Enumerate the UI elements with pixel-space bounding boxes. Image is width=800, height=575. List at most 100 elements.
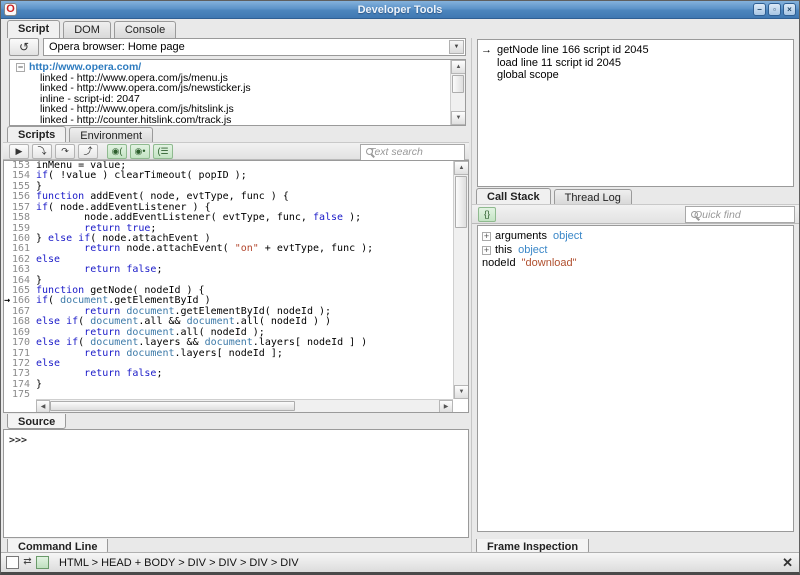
code-line[interactable]: 174} bbox=[4, 379, 453, 390]
code-text: else bbox=[48, 232, 73, 244]
code-text: if bbox=[66, 316, 79, 328]
scroll-right-icon[interactable]: ▶ bbox=[439, 400, 453, 412]
code-text: else bbox=[36, 316, 61, 328]
command-line-output[interactable]: >>> bbox=[3, 429, 469, 538]
property-value[interactable]: object bbox=[553, 230, 582, 242]
code-text: document bbox=[90, 316, 139, 328]
tab-environment[interactable]: Environment bbox=[69, 127, 154, 142]
code-text: node.attachEvent( bbox=[120, 243, 235, 255]
code-hscrollbar[interactable]: ◀ ▶ bbox=[36, 399, 453, 412]
step-out-icon[interactable]: ⤴ bbox=[78, 143, 98, 159]
code-vscrollbar[interactable]: ▲ ▼ bbox=[453, 161, 468, 399]
line-number[interactable]: 158 bbox=[4, 212, 36, 223]
code-text: if bbox=[36, 170, 49, 182]
chevron-down-icon[interactable]: ▼ bbox=[449, 40, 464, 54]
code-line[interactable]: 161 return node.attachEvent( "on" + evtT… bbox=[4, 243, 453, 255]
minimize-button[interactable]: − bbox=[753, 3, 766, 16]
code-text: else bbox=[36, 253, 61, 265]
close-button[interactable]: × bbox=[783, 3, 796, 16]
code-line[interactable]: 175 bbox=[4, 389, 453, 399]
code-text: document bbox=[60, 295, 109, 307]
code-text: return bbox=[84, 222, 121, 234]
expand-icon[interactable]: + bbox=[482, 245, 491, 255]
source-tab-bar: Source bbox=[7, 413, 69, 429]
close-panel-icon[interactable]: ✕ bbox=[782, 555, 793, 571]
code-text: false bbox=[126, 264, 157, 276]
code-line[interactable]: 154 if( !value ) clearTimeout( popID ); bbox=[4, 170, 453, 182]
step-into-icon[interactable]: ⤵ bbox=[32, 143, 52, 159]
code-text: .layers && bbox=[138, 337, 205, 349]
inspection-row[interactable]: + arguments object bbox=[482, 230, 793, 244]
code-text: .all && bbox=[138, 316, 187, 328]
maximize-button[interactable]: ▫ bbox=[768, 3, 781, 16]
stack-frame[interactable]: load line 11 script id 2045 bbox=[478, 57, 793, 70]
expand-icon[interactable]: + bbox=[482, 232, 491, 241]
script-list-item[interactable]: linked - http://www.opera.com/js/hitslin… bbox=[10, 104, 450, 115]
window-controls: − ▫ × bbox=[753, 3, 796, 16]
code-view: 153 inMenu = value; 154 if( !value ) clearT… bbox=[3, 160, 469, 413]
collapse-icon[interactable]: − bbox=[16, 63, 25, 72]
code-line[interactable]: 171 return document.layers[ nodeId ]; bbox=[4, 347, 453, 359]
tab-dom[interactable]: DOM bbox=[63, 21, 111, 38]
reload-button[interactable]: ↺ bbox=[9, 38, 39, 56]
inspection-row[interactable]: + this object bbox=[482, 244, 793, 258]
code-line[interactable]: 173 return false; bbox=[4, 368, 453, 379]
inspect-element-icon[interactable] bbox=[6, 556, 19, 569]
log-icon[interactable]: (☰ bbox=[153, 143, 173, 159]
scroll-up-icon[interactable]: ▲ bbox=[454, 161, 468, 175]
scroll-down-icon[interactable]: ▼ bbox=[454, 385, 468, 399]
dom-breadcrumb[interactable]: HTML > HEAD + BODY > DIV > DIV > DIV > D… bbox=[59, 557, 299, 569]
tab-call-stack[interactable]: Call Stack bbox=[476, 188, 551, 204]
code-text: .all( nodeId ); bbox=[174, 326, 265, 338]
tab-thread-log[interactable]: Thread Log bbox=[553, 189, 632, 204]
code-text: ( bbox=[78, 337, 91, 349]
break-on-script-icon[interactable]: ◉( bbox=[107, 143, 127, 159]
code-line[interactable]: 163 return false; bbox=[4, 264, 453, 276]
quick-find-input[interactable] bbox=[694, 208, 799, 221]
script-list-box: − http://www.opera.com/linked - http://ww… bbox=[9, 59, 466, 126]
code-text: return bbox=[84, 347, 121, 359]
runtime-select[interactable]: Opera browser: Home page ▼ bbox=[43, 38, 466, 56]
scroll-up-icon[interactable]: ▲ bbox=[451, 60, 465, 74]
code-text: if bbox=[66, 337, 79, 349]
script-list-root[interactable]: − http://www.opera.com/ bbox=[10, 62, 450, 73]
step-over-icon[interactable]: ↷ bbox=[55, 143, 75, 159]
tab-console[interactable]: Console bbox=[113, 21, 177, 38]
code-text: document bbox=[204, 337, 253, 349]
scrollbar-thumb[interactable] bbox=[455, 176, 467, 228]
stack-frame[interactable]: → getNode line 166 script id 2045 bbox=[478, 44, 793, 57]
scroll-down-icon[interactable]: ▼ bbox=[451, 111, 465, 125]
titlebar[interactable]: O Developer Tools − ▫ × bbox=[1, 1, 799, 19]
script-list-item[interactable]: linked - http://www.opera.com/js/newstic… bbox=[10, 83, 450, 94]
stack-frame[interactable]: global scope bbox=[478, 69, 793, 82]
break-on-exception-icon[interactable]: ◉• bbox=[130, 143, 150, 159]
code-text: else bbox=[36, 337, 61, 349]
highlight-element-icon[interactable] bbox=[36, 556, 49, 569]
code-text: false bbox=[312, 212, 344, 224]
script-list-scrollbar[interactable]: ▲ ▼ bbox=[450, 60, 465, 125]
code-text: return bbox=[84, 264, 121, 276]
property-value[interactable]: object bbox=[518, 244, 547, 256]
code-text: document bbox=[126, 347, 175, 359]
current-line-icon: → bbox=[4, 295, 11, 307]
quick-find-box bbox=[685, 206, 799, 223]
swap-panels-icon[interactable]: ⇄ bbox=[21, 556, 34, 569]
code-text: document bbox=[186, 316, 235, 328]
main-tab-bar: Script DOM Console bbox=[7, 20, 179, 38]
continue-icon[interactable]: ▶ bbox=[9, 143, 29, 159]
inspection-row[interactable]: nodeId "download" bbox=[482, 257, 793, 271]
property-name: arguments bbox=[495, 230, 547, 242]
scrollbar-thumb[interactable] bbox=[452, 75, 464, 93]
line-number[interactable]: 175 bbox=[4, 389, 36, 399]
tab-source[interactable]: Source bbox=[7, 414, 67, 429]
tab-script[interactable]: Script bbox=[7, 20, 61, 38]
scroll-left-icon[interactable]: ◀ bbox=[36, 400, 50, 412]
code-text: ( bbox=[48, 295, 61, 307]
code-text: .getElementById( nodeId ); bbox=[174, 305, 332, 317]
tab-scripts[interactable]: Scripts bbox=[7, 126, 67, 142]
scrollbar-thumb[interactable] bbox=[50, 401, 295, 411]
filter-icon[interactable]: {} bbox=[478, 206, 496, 222]
code-text: return bbox=[84, 243, 121, 255]
